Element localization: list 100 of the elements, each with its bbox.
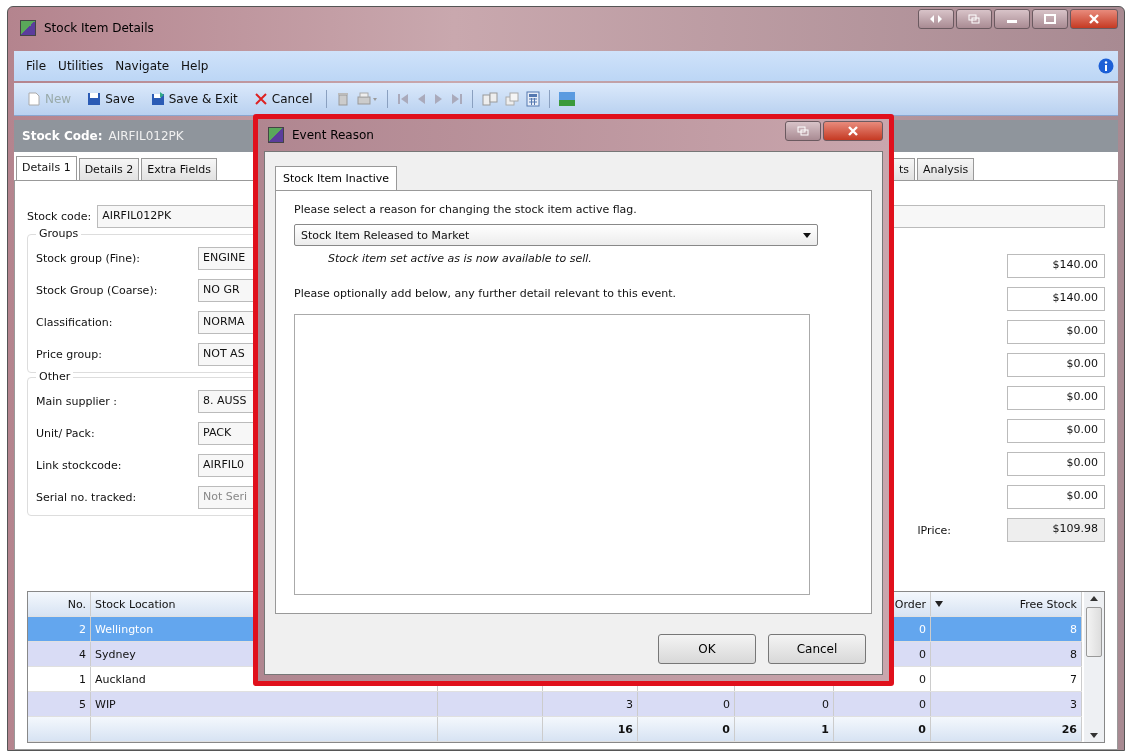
switch-window-button[interactable] (956, 9, 992, 29)
field-label: Unit/ Pack: (36, 427, 95, 440)
price-field[interactable]: $0.00 (1007, 320, 1105, 344)
last-record-icon[interactable] (451, 92, 464, 106)
windows-icon (968, 14, 980, 24)
table-cell: 0 (919, 647, 926, 661)
prompt-text: Please optionally add below, any further detail relevant to this event. (294, 287, 677, 300)
price-field[interactable]: $0.00 (1007, 353, 1105, 377)
table-cell: 0 (822, 697, 829, 711)
reason-description: Stock item set active as is now available to sell. (328, 252, 593, 265)
table-cell: 8 (1070, 622, 1077, 636)
field-label: Main supplier : (36, 395, 118, 408)
table-cell: 0 (919, 622, 926, 636)
sell-price-field: $109.98 (1007, 518, 1105, 542)
field-label: Stock group (Fine): (36, 252, 140, 265)
total-cell: 26 (1061, 722, 1077, 736)
tab[interactable]: Details 1 (16, 156, 77, 180)
field-label: Classification: (36, 316, 113, 329)
printer-icon[interactable] (356, 92, 379, 106)
group-title: Groups (36, 227, 82, 240)
switch-window-button[interactable] (785, 121, 821, 141)
document-icon (27, 92, 41, 106)
total-cell: 16 (617, 722, 633, 736)
app-icon (20, 20, 36, 36)
table-cell: Sydney (95, 647, 136, 661)
reason-dropdown[interactable]: Stock Item Released to Market (294, 224, 818, 246)
table-cell: 4 (79, 647, 86, 661)
dialog-title: Event Reason (292, 128, 374, 142)
price-field[interactable]: $0.00 (1007, 419, 1105, 443)
table-row[interactable]: 5 WIP 3 0 0 0 3 (28, 692, 1082, 717)
close-button[interactable] (823, 121, 883, 141)
price-field[interactable]: $0.00 (1007, 386, 1105, 410)
landscape-picture-icon[interactable] (559, 92, 576, 106)
prompt-text: Please select a reason for changing the stock item active flag. (294, 203, 638, 216)
field-label: Stock Group (Coarse): (36, 284, 158, 297)
table-cell: 3 (1070, 697, 1077, 711)
windows-icon (797, 126, 809, 136)
scroll-thumb[interactable] (1086, 607, 1102, 657)
column-header[interactable]: Free Stock (931, 592, 1082, 616)
minimize-button[interactable] (994, 9, 1030, 29)
menu-item[interactable]: File (26, 59, 47, 73)
column-header[interactable]: No. (28, 592, 91, 616)
table-cell: 0 (723, 697, 730, 711)
header-value: AIRFIL012PK (108, 129, 184, 143)
tab[interactable]: ts (892, 158, 915, 180)
close-icon (1088, 14, 1100, 24)
tab[interactable]: Details 2 (78, 158, 140, 180)
table-cell: 2 (79, 622, 86, 636)
app-icon (268, 127, 284, 143)
info-icon[interactable] (1098, 58, 1114, 74)
documents-icon[interactable] (482, 92, 499, 106)
window-title: Stock Item Details (44, 21, 154, 35)
dropdown-arrow-icon (803, 232, 811, 238)
table-cell: WIP (95, 697, 116, 711)
price-field[interactable]: $140.00 (1007, 254, 1105, 278)
toolbar-button[interactable]: Save & Exit (145, 90, 243, 108)
scroll-up-icon[interactable] (1090, 596, 1098, 601)
table-cell: 0 (919, 697, 926, 711)
table-cell: 7 (1070, 672, 1077, 686)
price-field[interactable]: $0.00 (1007, 452, 1105, 476)
maximize-button[interactable] (1032, 9, 1068, 29)
dropdown-arrow-icon (935, 601, 943, 607)
field-label: Serial no. tracked: (36, 491, 137, 504)
resize-button[interactable] (918, 9, 954, 29)
total-cell: 0 (918, 722, 926, 736)
dialog-button[interactable]: Cancel (768, 634, 866, 664)
menu-item[interactable]: Help (181, 59, 209, 73)
maximize-icon (1044, 14, 1056, 24)
table-cell: 8 (1070, 647, 1077, 661)
field-label: Stock code: (27, 210, 92, 223)
tab[interactable]: Extra Fields (141, 158, 217, 180)
price-field[interactable]: $140.00 (1007, 287, 1105, 311)
scroll-down-icon[interactable] (1090, 733, 1098, 738)
menu-item[interactable]: Navigate (115, 59, 170, 73)
tab[interactable]: Analysis (917, 158, 975, 180)
toolbar-button[interactable]: Cancel (248, 90, 318, 108)
field-label: Link stockcode: (36, 459, 122, 472)
copy-icon[interactable] (504, 92, 521, 106)
table-cell: 5 (79, 697, 86, 711)
calculator-icon[interactable] (526, 91, 541, 107)
table-cell: 3 (626, 697, 633, 711)
dialog-button[interactable]: OK (658, 634, 756, 664)
table-cell: Auckland (95, 672, 146, 686)
double-arrow-icon (929, 14, 943, 24)
field-label: Price group: (36, 348, 102, 361)
scrollbar[interactable] (1084, 592, 1104, 742)
tab[interactable]: Stock Item Inactive (275, 166, 398, 190)
close-button[interactable] (1070, 9, 1118, 29)
total-cell: 0 (722, 722, 730, 736)
trash-icon[interactable] (336, 92, 351, 106)
group-title: Other (36, 370, 74, 383)
toolbar-button[interactable]: Save (82, 90, 140, 108)
price-field[interactable]: $0.00 (1007, 485, 1105, 509)
table-cell: 0 (919, 672, 926, 686)
header-label: Stock Code: (22, 129, 103, 143)
table-cell: Wellington (95, 622, 154, 636)
field-label: lPrice: (917, 523, 951, 537)
menu-item[interactable]: Utilities (58, 59, 104, 73)
first-record-icon[interactable] (397, 92, 410, 106)
cross-icon (253, 92, 268, 106)
